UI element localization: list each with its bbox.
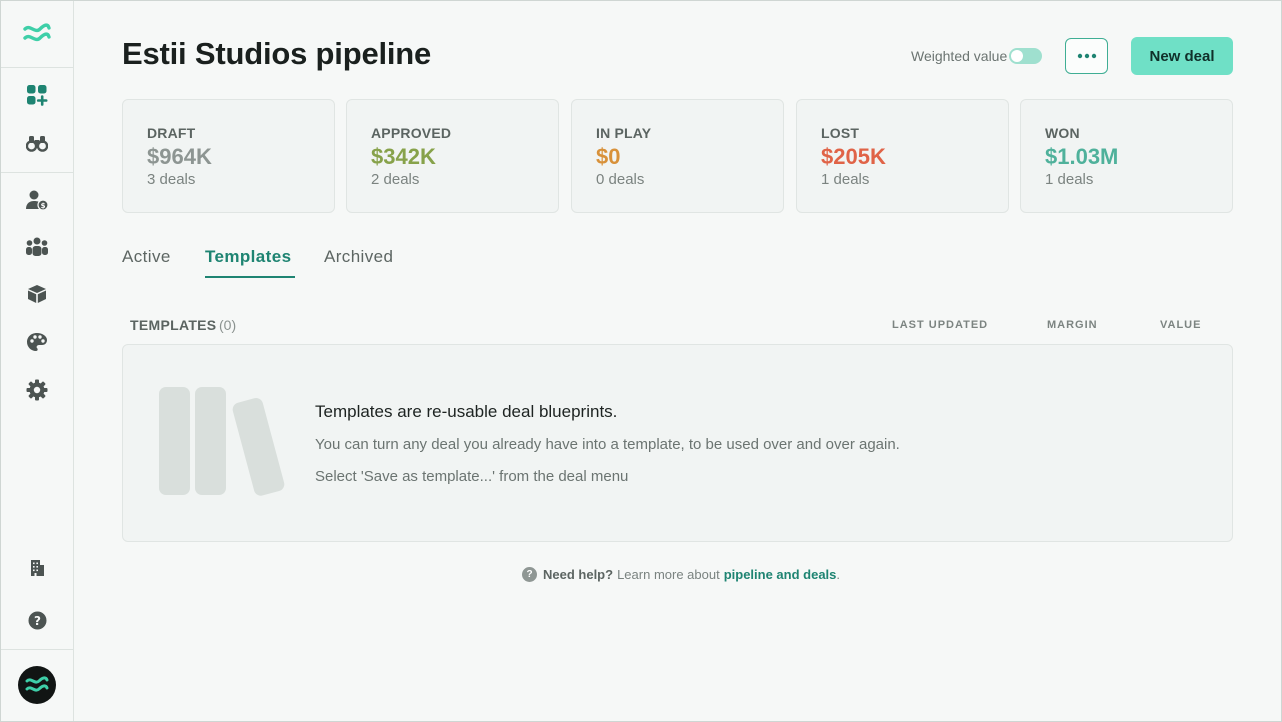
stat-count: 3 deals (147, 171, 196, 188)
column-header-last-updated[interactable]: LAST UPDATED (892, 319, 988, 331)
stat-value: $342K (371, 144, 436, 169)
tab-active[interactable]: Active (122, 247, 171, 267)
stat-label: APPROVED (371, 125, 452, 141)
weighted-value-label: Weighted value (911, 48, 1008, 64)
ellipsis-icon (1077, 53, 1096, 59)
stat-value: $964K (147, 144, 212, 169)
stat-count: 2 deals (371, 171, 420, 188)
svg-text:$: $ (41, 202, 46, 210)
templates-section-title: TEMPLATES (130, 317, 217, 333)
sidebar-item-team[interactable] (19, 229, 55, 265)
stat-count: 0 deals (596, 171, 645, 188)
gear-icon (26, 379, 48, 401)
tab-templates[interactable]: Templates (205, 247, 291, 267)
app-logo[interactable] (1, 1, 73, 67)
team-icon (26, 237, 48, 256)
sidebar-item-settings[interactable] (19, 372, 55, 408)
sidebar: $ ? (1, 1, 74, 721)
toggle-knob (1011, 50, 1023, 62)
sidebar-item-organization[interactable] (19, 550, 55, 586)
stat-value: $1.03M (1045, 144, 1119, 169)
page-title: Estii Studios pipeline (122, 36, 432, 71)
sidebar-item-pipeline[interactable] (19, 77, 55, 113)
wave-logo-icon (25, 676, 49, 692)
sidebar-divider (1, 172, 73, 173)
stat-card-in-play[interactable]: IN PLAY $0 0 deals (571, 99, 784, 213)
templates-count: (0) (219, 317, 237, 333)
question-icon: ? (522, 567, 537, 582)
sidebar-divider (1, 649, 73, 650)
empty-state-hint: Select 'Save as template...' from the de… (315, 468, 629, 485)
building-icon (31, 560, 44, 576)
templates-illustration-icon (159, 387, 285, 496)
new-deal-button[interactable]: New deal (1131, 37, 1233, 75)
help-text: Learn more about (617, 567, 720, 582)
active-tab-indicator (205, 276, 295, 278)
stat-card-draft[interactable]: DRAFT $964K 3 deals (122, 99, 335, 213)
help-period: . (836, 567, 841, 582)
stat-card-won[interactable]: WON $1.03M 1 deals (1020, 99, 1233, 213)
sidebar-item-products[interactable] (19, 276, 55, 312)
stat-label: DRAFT (147, 125, 196, 141)
sidebar-item-help[interactable]: ? (19, 602, 55, 638)
user-avatar[interactable] (18, 666, 56, 704)
stat-value: $0 (596, 144, 621, 169)
svg-text:?: ? (34, 614, 41, 628)
help-footer: ? Need help? Learn more about pipeline a… (522, 567, 840, 582)
column-header-margin[interactable]: MARGIN (1047, 319, 1098, 331)
empty-state-heading: Templates are re-usable deal blueprints. (315, 402, 618, 421)
pipeline-deals-link[interactable]: pipeline and deals (724, 567, 837, 582)
empty-state-description: You can turn any deal you already have i… (315, 436, 900, 453)
help-bold-text: Need help? (543, 567, 614, 582)
stat-card-approved[interactable]: APPROVED $342K 2 deals (346, 99, 559, 213)
sidebar-item-explore[interactable] (19, 125, 55, 161)
stat-label: IN PLAY (596, 125, 652, 141)
stat-count: 1 deals (1045, 171, 1094, 188)
binoculars-icon (26, 136, 48, 152)
sidebar-item-clients[interactable]: $ (19, 182, 55, 218)
tab-archived[interactable]: Archived (324, 247, 393, 267)
stat-label: WON (1045, 125, 1080, 141)
stat-card-lost[interactable]: LOST $205K 1 deals (796, 99, 1009, 213)
more-options-button[interactable] (1065, 38, 1108, 74)
sidebar-item-branding[interactable] (19, 324, 55, 360)
stat-label: LOST (821, 125, 860, 141)
templates-empty-state: Templates are re-usable deal blueprints.… (122, 344, 1233, 542)
box-icon (28, 285, 46, 303)
sidebar-divider (1, 67, 73, 68)
weighted-value-toggle[interactable] (1009, 48, 1042, 64)
stat-value: $205K (821, 144, 886, 169)
column-header-value[interactable]: VALUE (1160, 319, 1201, 331)
stat-count: 1 deals (821, 171, 870, 188)
pipeline-icon (27, 85, 48, 106)
help-icon: ? (28, 611, 46, 629)
wave-logo-icon (23, 23, 51, 42)
palette-icon (27, 333, 47, 351)
user-money-icon: $ (26, 190, 49, 211)
